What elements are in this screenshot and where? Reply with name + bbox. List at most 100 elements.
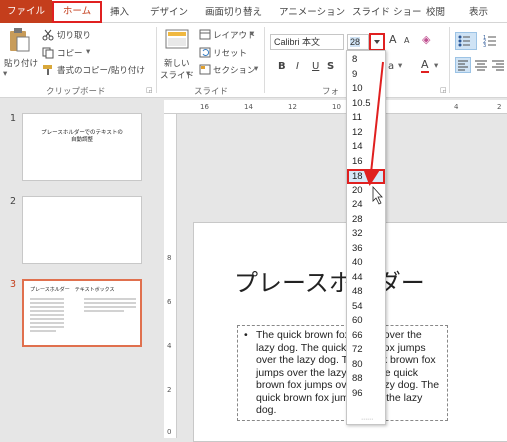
scissors-icon xyxy=(42,29,54,41)
ruler-label: 12 xyxy=(288,103,297,111)
clipboard-launcher-icon[interactable]: ◲ xyxy=(146,86,153,94)
tab-slideshow[interactable]: スライド ショー xyxy=(352,4,422,18)
bullets-icon xyxy=(458,35,470,47)
numbering-icon[interactable]: 1 2 3 xyxy=(482,33,502,49)
tab-home[interactable]: ホーム xyxy=(52,1,102,23)
ruler-label: 2 xyxy=(497,103,502,111)
new-slide-dropdown-icon[interactable]: ▾ xyxy=(186,69,190,79)
highlight-dropdown-icon[interactable]: ▾ xyxy=(398,61,402,71)
copy-dropdown-icon[interactable]: ▾ xyxy=(86,47,90,57)
paste-icon[interactable] xyxy=(8,27,30,53)
new-slide-label[interactable]: 新しい xyxy=(164,57,190,69)
tab-animations[interactable]: アニメーション xyxy=(279,4,345,18)
ruler-label: 6 xyxy=(167,298,172,306)
font-size-option[interactable]: 48 xyxy=(347,285,385,300)
slide-thumbnails-panel: 1 プレースホルダーでのテキストの自動調整 2 3 プレースホルダー テキストボ… xyxy=(0,99,164,438)
tab-file[interactable]: ファイル xyxy=(0,0,52,23)
font-color-dropdown-icon[interactable]: ▾ xyxy=(434,61,438,71)
layout-icon xyxy=(199,29,211,40)
section-button[interactable]: セクション xyxy=(213,64,256,76)
shadow-button[interactable]: S xyxy=(327,61,334,72)
ruler-label: 2 xyxy=(167,386,172,394)
font-size-option[interactable]: 28 xyxy=(347,213,385,228)
align-left-icon xyxy=(458,60,468,71)
font-size-option[interactable]: 14 xyxy=(347,140,385,155)
font-size-option[interactable]: 16 xyxy=(347,155,385,170)
section-icon xyxy=(199,64,211,75)
font-launcher-icon[interactable]: ◲ xyxy=(440,86,447,94)
font-size-option[interactable]: 54 xyxy=(347,300,385,315)
font-size-option[interactable]: 80 xyxy=(347,358,385,373)
ruler-label: 16 xyxy=(200,103,209,111)
reset-icon xyxy=(199,47,211,58)
paste-dropdown-icon[interactable]: ▾ xyxy=(3,69,7,79)
grow-font-button[interactable]: A xyxy=(389,33,397,46)
ruler-label: 10 xyxy=(332,103,341,111)
svg-text:3: 3 xyxy=(483,43,486,49)
font-size-option[interactable]: 88 xyxy=(347,372,385,387)
tab-transitions[interactable]: 画面切り替え xyxy=(205,4,262,18)
section-dropdown-icon[interactable]: ▾ xyxy=(254,64,258,74)
font-size-option[interactable]: 11 xyxy=(347,111,385,126)
font-size-option[interactable]: 12 xyxy=(347,126,385,141)
slide-thumbnail-3[interactable]: プレースホルダー テキストボックス xyxy=(22,279,142,347)
font-size-option[interactable]: 40 xyxy=(347,256,385,271)
font-color-button[interactable]: A xyxy=(421,59,429,73)
slide-thumbnail-2[interactable] xyxy=(22,196,142,264)
font-size-option[interactable]: 10.5 xyxy=(347,97,385,112)
clear-format-icon[interactable]: ◈ xyxy=(422,33,430,46)
font-name-box[interactable]: Calibri 本文 xyxy=(270,34,344,50)
dropdown-resize-handle[interactable]: ⋯⋯ xyxy=(361,416,373,423)
cut-button[interactable]: 切り取り xyxy=(57,29,91,41)
format-painter-button[interactable]: 書式のコピー/貼り付け xyxy=(57,64,145,76)
font-size-option[interactable]: 96 xyxy=(347,387,385,402)
thumbnail-text-lines xyxy=(30,298,136,332)
font-size-option[interactable]: 24 xyxy=(347,198,385,213)
ruler-label: 4 xyxy=(454,103,459,111)
align-right-icon[interactable] xyxy=(491,58,505,72)
font-size-option[interactable]: 66 xyxy=(347,329,385,344)
font-size-option[interactable]: 60 xyxy=(347,314,385,329)
ruler-label: 14 xyxy=(244,103,253,111)
horizontal-ruler: 16 14 12 10 4 2 xyxy=(164,100,507,114)
font-size-option[interactable]: 10 xyxy=(347,82,385,97)
vertical-ruler: 8 6 4 2 0 xyxy=(164,114,177,438)
underline-button[interactable]: U xyxy=(312,61,319,72)
thumbnail-title: プレースホルダーでのテキストの自動調整 xyxy=(41,130,123,143)
shrink-font-button[interactable]: A xyxy=(404,36,409,45)
tab-design[interactable]: デザイン xyxy=(150,4,188,18)
clipboard-group-label: クリップボード xyxy=(46,87,106,97)
layout-dropdown-icon[interactable]: ▾ xyxy=(250,29,254,39)
thumbnail-title: プレースホルダー テキストボックス xyxy=(30,287,115,293)
slide-body-textbox[interactable]: The quick brown fox jumps over the lazy … xyxy=(237,325,448,421)
font-size-dropdown-button[interactable] xyxy=(369,33,385,51)
bold-button[interactable]: B xyxy=(278,61,286,72)
paste-button[interactable]: 貼り付け xyxy=(4,57,38,69)
font-size-option[interactable]: 44 xyxy=(347,271,385,286)
tab-review[interactable]: 校閲 xyxy=(426,4,445,18)
slides-group-label: スライド xyxy=(194,87,229,97)
bullets-button[interactable] xyxy=(455,32,477,50)
italic-button[interactable]: I xyxy=(296,61,299,72)
font-size-option[interactable]: 32 xyxy=(347,227,385,242)
align-left-button[interactable] xyxy=(455,57,471,73)
ribbon-separator xyxy=(264,27,265,93)
font-size-option[interactable]: 8 xyxy=(347,53,385,68)
align-center-icon[interactable] xyxy=(474,58,488,72)
tab-insert[interactable]: 挿入 xyxy=(110,4,129,18)
new-slide-icon[interactable] xyxy=(165,27,191,51)
font-size-option[interactable]: 20 xyxy=(347,184,385,199)
tab-view[interactable]: 表示 xyxy=(469,4,488,18)
highlight-button[interactable]: a xyxy=(388,61,394,72)
slide-number: 1 xyxy=(10,113,17,124)
slide-title-placeholder[interactable]: プレースホルダー xyxy=(234,263,425,298)
font-size-box[interactable]: 28 xyxy=(347,34,369,50)
reset-button[interactable]: リセット xyxy=(213,47,247,59)
font-size-option[interactable]: 9 xyxy=(347,68,385,83)
font-size-option[interactable]: 18 xyxy=(347,169,385,184)
font-size-option[interactable]: 72 xyxy=(347,343,385,358)
font-size-option[interactable]: 36 xyxy=(347,242,385,257)
copy-button[interactable]: コピー xyxy=(57,47,83,59)
copy-icon xyxy=(42,47,54,59)
slide-thumbnail-1[interactable]: プレースホルダーでのテキストの自動調整 xyxy=(22,113,142,181)
